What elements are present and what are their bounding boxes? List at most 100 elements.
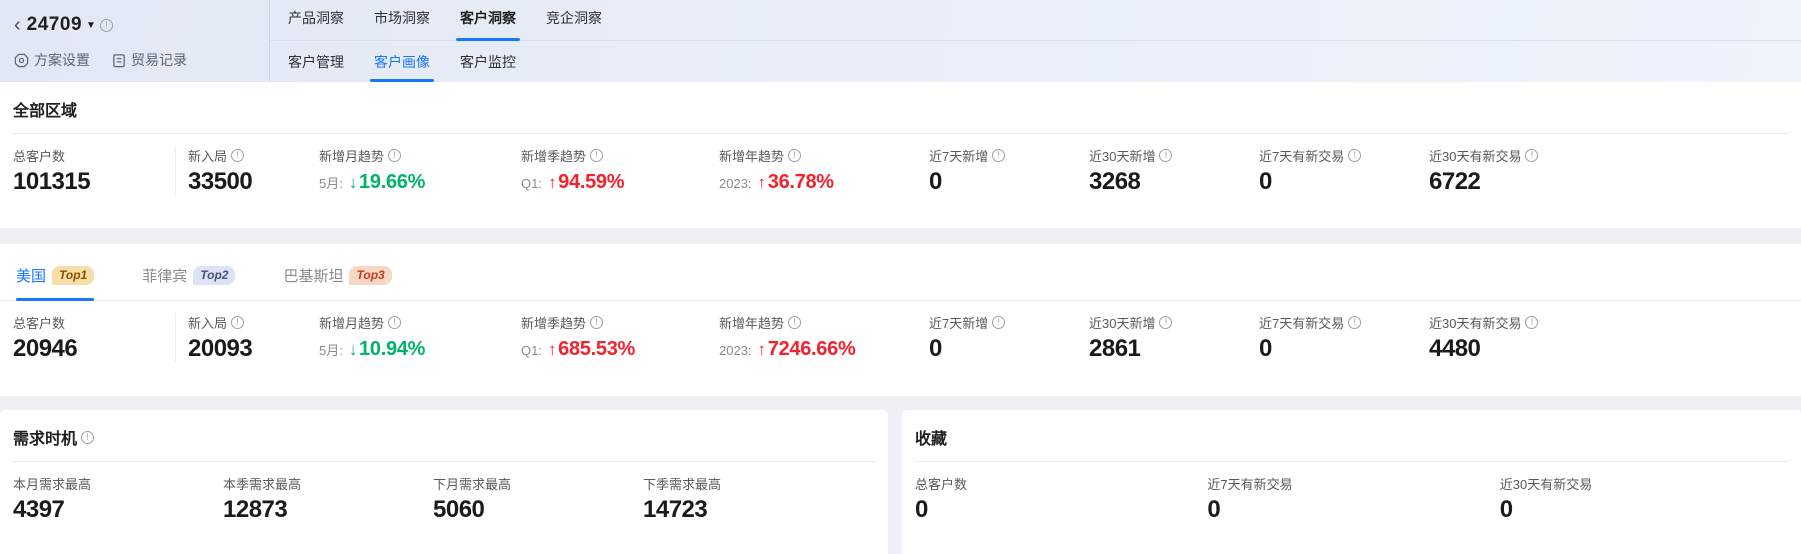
info-icon[interactable]: ! (992, 149, 1005, 162)
country-tab-philippines[interactable]: 菲律宾 Top2 (142, 265, 235, 300)
tab-competitor-insight[interactable]: 竞企洞察 (542, 8, 606, 40)
plan-settings-button[interactable]: 方案设置 (14, 50, 90, 70)
all-region-stats: 总客户数 101315 新入局! 33500 新增月趋势! 5月: ↓19.66… (0, 134, 1801, 195)
back-icon[interactable]: ‹ (14, 15, 21, 35)
stat-next-quarter-demand-high: 下季需求最高 14723 (643, 474, 853, 523)
document-icon (112, 53, 126, 68)
country-tab-label: 菲律宾 (142, 265, 187, 286)
stat-label: 本月需求最高 (13, 474, 91, 493)
info-icon[interactable]: ! (788, 149, 801, 162)
stat-value: 0 (1500, 497, 1791, 523)
trend-value: ↑685.53% (548, 338, 635, 361)
stat-label: 新增季趋势 (521, 313, 586, 332)
info-icon[interactable]: ! (788, 316, 801, 329)
tab-customer-insight[interactable]: 客户洞察 (456, 8, 520, 40)
subtab-customer-profile[interactable]: 客户画像 (370, 52, 434, 82)
info-icon[interactable]: ! (590, 149, 603, 162)
trend-value: ↑36.78% (758, 171, 834, 194)
info-icon[interactable]: ! (100, 19, 113, 32)
stat-label: 近30天新增 (1089, 313, 1155, 332)
stat-value: 14723 (643, 497, 843, 523)
stat-total-customers: 总客户数 101315 (13, 146, 176, 195)
stat-total-customers: 总客户数 0 (915, 474, 1207, 523)
stat-trade-30d: 近30天有新交易 0 (1500, 474, 1801, 523)
info-icon[interactable]: ! (231, 316, 244, 329)
header-tabs-block: 产品洞察 市场洞察 客户洞察 竞企洞察 客户管理 客户画像 客户监控 (270, 0, 1801, 82)
top2-badge: Top2 (193, 266, 235, 285)
info-icon[interactable]: ! (388, 316, 401, 329)
stat-label: 新增季趋势 (521, 146, 586, 165)
info-icon[interactable]: ! (1348, 149, 1361, 162)
all-region-title: 全部区域 (13, 97, 77, 121)
stat-label: 下月需求最高 (433, 474, 511, 493)
trend-prefix: 2023: (719, 343, 752, 358)
info-icon[interactable]: ! (590, 316, 603, 329)
stat-month-demand-high: 本月需求最高 4397 (13, 474, 223, 523)
info-icon[interactable]: ! (1525, 316, 1538, 329)
country-tab-pakistan[interactable]: 巴基斯坦 Top3 (283, 265, 391, 300)
info-icon[interactable]: ! (1525, 149, 1538, 162)
stat-label: 近7天新增 (929, 313, 988, 332)
stat-value: 0 (1207, 497, 1489, 523)
stat-yearly-trend: 新增年趋势! 2023: ↑7246.66% (719, 313, 929, 362)
info-icon[interactable]: ! (992, 316, 1005, 329)
trend-prefix: Q1: (521, 343, 542, 358)
stat-quarter-demand-high: 本季需求最高 12873 (223, 474, 433, 523)
trend-prefix: 5月: (319, 173, 343, 192)
chevron-down-icon[interactable]: ▼ (86, 20, 96, 31)
favorites-title: 收藏 (915, 425, 947, 449)
stat-value: 2861 (1089, 336, 1249, 362)
stat-label: 近30天有新交易 (1429, 313, 1521, 332)
stat-label: 新增月趋势 (319, 146, 384, 165)
info-icon[interactable]: ! (388, 149, 401, 162)
stat-trade-7d: 近7天有新交易 0 (1207, 474, 1499, 523)
trade-records-button[interactable]: 贸易记录 (112, 50, 187, 70)
arrow-down-icon: ↓ (349, 173, 357, 192)
info-icon[interactable]: ! (231, 149, 244, 162)
info-icon[interactable]: ! (81, 431, 94, 444)
country-panel: 美国 Top1 菲律宾 Top2 巴基斯坦 Top3 总客户数 20946 新入… (0, 244, 1801, 396)
stat-value: 0 (1259, 336, 1419, 362)
stat-label: 近7天有新交易 (1207, 474, 1292, 493)
tab-product-insight[interactable]: 产品洞察 (284, 8, 348, 40)
bottom-row: 需求时机 ! 本月需求最高 4397 本季需求最高 12873 下月需求最高 5… (0, 410, 1801, 554)
info-icon[interactable]: ! (1159, 149, 1172, 162)
section-gap (0, 396, 1801, 410)
arrow-up-icon: ↑ (758, 340, 766, 359)
panel-gap (888, 410, 902, 554)
info-icon[interactable]: ! (1348, 316, 1361, 329)
stat-total-customers: 总客户数 20946 (13, 313, 176, 362)
stat-value: 4480 (1429, 336, 1791, 362)
stat-yearly-trend: 新增年趋势! 2023: ↑36.78% (719, 146, 929, 195)
header-actions: 方案设置 贸易记录 (14, 50, 269, 70)
stat-label: 总客户数 (13, 313, 65, 332)
stat-value: 6722 (1429, 169, 1791, 195)
stat-monthly-trend: 新增月趋势! 5月: ↓19.66% (319, 146, 521, 195)
stat-label: 总客户数 (13, 146, 65, 165)
country-tab-usa[interactable]: 美国 Top1 (16, 265, 94, 300)
sub-tabs: 客户管理 客户画像 客户监控 (270, 41, 1801, 82)
section-gap (0, 228, 1801, 244)
stat-label: 近30天有新交易 (1429, 146, 1521, 165)
all-region-panel: 全部区域 总客户数 101315 新入局! 33500 新增月趋势! 5月: ↓… (0, 82, 1801, 228)
stat-quarterly-trend: 新增季趋势! Q1: ↑94.59% (521, 146, 719, 195)
stat-new-entrants: 新入局! 33500 (176, 146, 319, 195)
stat-value: 101315 (13, 169, 165, 195)
trend-prefix: Q1: (521, 176, 542, 191)
demand-timing-panel: 需求时机 ! 本月需求最高 4397 本季需求最高 12873 下月需求最高 5… (0, 410, 888, 554)
favorites-stats: 总客户数 0 近7天有新交易 0 近30天有新交易 0 (902, 462, 1801, 523)
subtab-customer-management[interactable]: 客户管理 (284, 52, 348, 82)
info-icon[interactable]: ! (1159, 316, 1172, 329)
stat-label: 近30天新增 (1089, 146, 1155, 165)
arrow-up-icon: ↑ (548, 173, 556, 192)
plan-title[interactable]: 24709 (27, 14, 82, 36)
tab-market-insight[interactable]: 市场洞察 (370, 8, 434, 40)
trend-value: ↑94.59% (548, 171, 624, 194)
stat-value: 33500 (188, 169, 309, 195)
stat-new-7d: 近7天新增! 0 (929, 146, 1089, 195)
subtab-customer-monitoring[interactable]: 客户监控 (456, 52, 520, 82)
stat-label: 新入局 (188, 146, 227, 165)
trend-prefix: 2023: (719, 176, 752, 191)
stat-monthly-trend: 新增月趋势! 5月: ↓10.94% (319, 313, 521, 362)
country-tabs: 美国 Top1 菲律宾 Top2 巴基斯坦 Top3 (0, 244, 1801, 301)
